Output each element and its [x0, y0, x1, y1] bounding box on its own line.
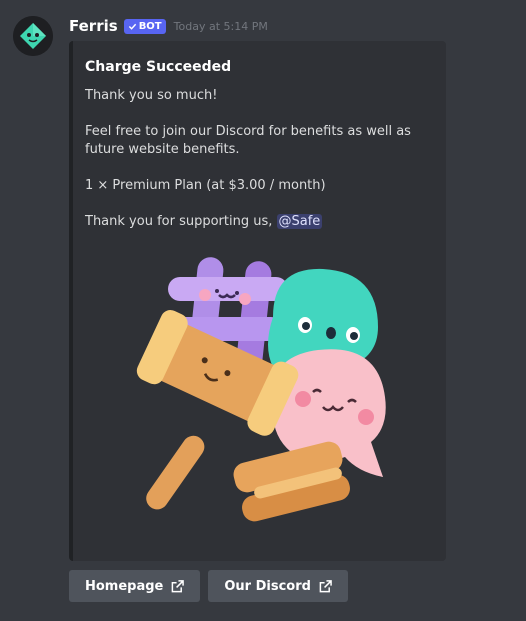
message-timestamp[interactable]: Today at 5:14 PM	[174, 20, 268, 33]
embed-support-line: Thank you for supporting us, @Safe	[85, 213, 430, 231]
user-mention[interactable]: @Safe	[276, 214, 323, 229]
discord-button[interactable]: Our Discord	[208, 570, 348, 602]
external-link-icon	[172, 579, 185, 592]
embed-support-text: Thank you for supporting us,	[85, 214, 277, 229]
ferris-bot-avatar-icon	[13, 16, 53, 56]
discord-button-label: Our Discord	[224, 578, 311, 594]
embed-title: Charge Succeeded	[85, 59, 232, 75]
bot-badge-label: BOT	[138, 20, 162, 32]
link-buttons-row: Homepage Our Discord	[69, 570, 348, 602]
embed-plan-text: 1 × Premium Plan (at $3.00 / month)	[85, 178, 326, 193]
check-icon	[128, 23, 136, 30]
homepage-button[interactable]: Homepage	[69, 570, 201, 602]
author-username[interactable]: Ferris	[69, 17, 118, 35]
author-avatar[interactable]	[13, 16, 53, 56]
embed-thanks-text: Thank you so much!	[85, 88, 218, 103]
bot-badge: BOT	[123, 18, 166, 34]
embed-join-text: Feel free to join our Discord for benefi…	[85, 124, 411, 157]
homepage-button-label: Homepage	[85, 578, 164, 594]
embed-description: Thank you so much! Feel free to join our…	[85, 87, 430, 249]
charge-embed: Charge Succeeded Thank you so much! Feel…	[69, 41, 446, 561]
message-header: Ferris BOT Today at 5:14 PM	[69, 16, 268, 36]
external-link-icon	[319, 579, 332, 592]
mascot-illustration	[136, 257, 386, 522]
